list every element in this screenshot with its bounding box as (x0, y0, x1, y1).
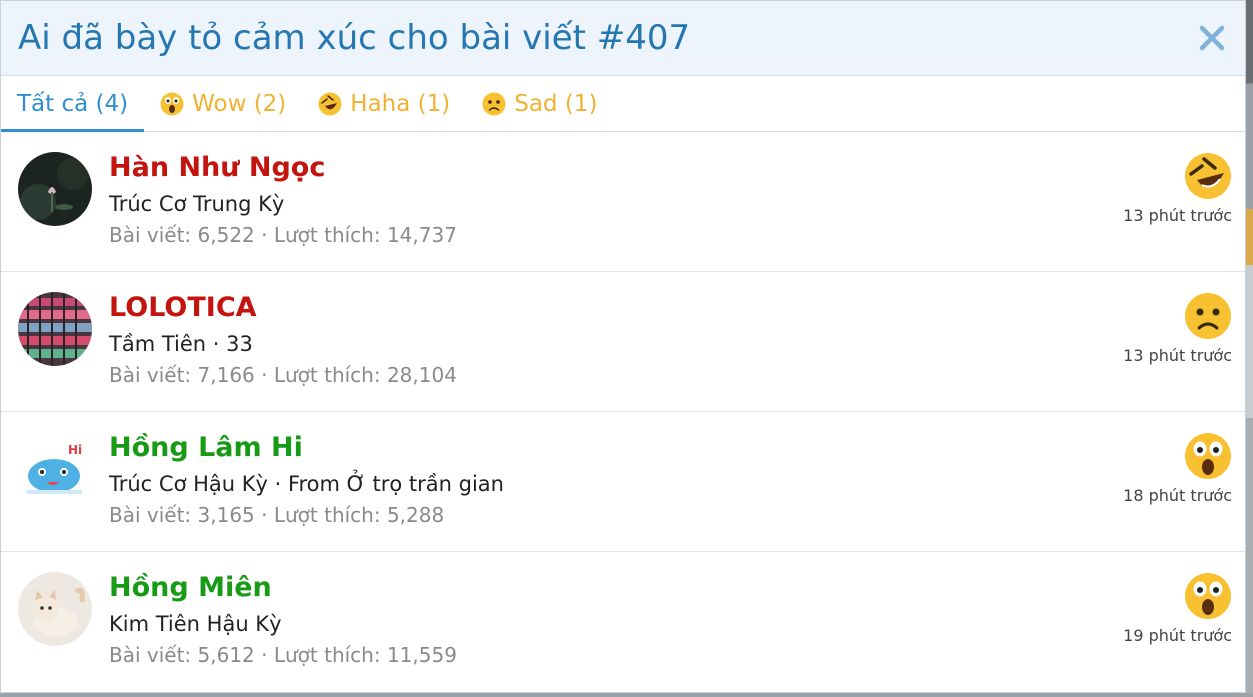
user-name[interactable]: LOLOTICA (109, 290, 457, 326)
list-item: Hàn Như Ngọc Trúc Cơ Trung Kỳ Bài viết: … (1, 132, 1245, 272)
tab-sad-label: Sad (1) (514, 90, 598, 117)
tab-haha[interactable]: Haha (1) (302, 76, 466, 131)
user-info: Hồng Miên Kim Tiên Hậu Kỳ Bài viết: 5,61… (109, 570, 457, 670)
reaction-time: 13 phút trước (1123, 206, 1232, 225)
reaction-tabs: Tất cả (4) Wow (2) Haha (1) Sad (1) (1, 76, 1245, 132)
dark-flower-avatar (18, 152, 92, 226)
kitten-avatar (18, 572, 92, 646)
close-icon (1199, 25, 1225, 51)
reaction-time: 13 phút trước (1123, 346, 1232, 365)
user-title: Kim Tiên Hậu Kỳ (109, 612, 282, 636)
user-info: Hàn Như Ngọc Trúc Cơ Trung Kỳ Bài viết: … (109, 150, 457, 250)
dialog-header: Ai đã bày tỏ cảm xúc cho bài viết #407 (1, 1, 1245, 76)
tab-all[interactable]: Tất cả (4) (1, 76, 145, 132)
avatar[interactable] (18, 152, 92, 226)
user-title: Tầm Tiên · 33 (109, 332, 253, 356)
user-title: Trúc Cơ Trung Kỳ (109, 192, 285, 216)
tab-sad[interactable]: Sad (1) (466, 76, 613, 131)
wow-emoji-icon (160, 92, 184, 115)
close-button[interactable] (1195, 21, 1229, 55)
user-name[interactable]: Hồng Lâm Hi (109, 430, 504, 466)
tab-haha-label: Haha (1) (350, 90, 451, 117)
reaction-time: 18 phút trước (1123, 486, 1232, 505)
haha-emoji-icon (1185, 153, 1231, 199)
user-name[interactable]: Hồng Miên (109, 570, 457, 606)
colorful-avatar (18, 292, 92, 366)
user-info: LOLOTICA Tầm Tiên · 33 Bài viết: 7,166 ·… (109, 290, 457, 390)
tab-all-label: Tất cả (4) (17, 90, 129, 117)
avatar-text: Hi (68, 443, 82, 457)
sad-emoji-icon (1185, 293, 1231, 339)
user-stats: Bài viết: 6,522 · Lượt thích: 14,737 (109, 223, 457, 247)
sad-emoji-icon (482, 92, 506, 115)
list-item: Hi Hồng Lâm Hi Trúc Cơ Hậu Kỳ · From Ở t… (1, 412, 1245, 552)
user-stats: Bài viết: 3,165 · Lượt thích: 5,288 (109, 503, 445, 527)
user-title: Trúc Cơ Hậu Kỳ · From Ở trọ trần gian (109, 472, 504, 496)
background-page-edge (1246, 0, 1253, 697)
background-page-bottom (0, 693, 1253, 697)
reactions-dialog: Ai đã bày tỏ cảm xúc cho bài viết #407 T… (0, 0, 1246, 693)
list-item: LOLOTICA Tầm Tiên · 33 Bài viết: 7,166 ·… (1, 272, 1245, 412)
blue-creature-avatar: Hi (18, 432, 92, 506)
wow-emoji-icon (1185, 573, 1231, 619)
avatar[interactable] (18, 292, 92, 366)
reaction-list: Hàn Như Ngọc Trúc Cơ Trung Kỳ Bài viết: … (1, 132, 1245, 692)
user-stats: Bài viết: 5,612 · Lượt thích: 11,559 (109, 643, 457, 667)
haha-emoji-icon (318, 92, 342, 115)
user-stats: Bài viết: 7,166 · Lượt thích: 28,104 (109, 363, 457, 387)
tab-wow[interactable]: Wow (2) (144, 76, 302, 131)
user-name[interactable]: Hàn Như Ngọc (109, 150, 457, 186)
user-info: Hồng Lâm Hi Trúc Cơ Hậu Kỳ · From Ở trọ … (109, 430, 504, 530)
avatar[interactable]: Hi (18, 432, 92, 506)
list-item: Hồng Miên Kim Tiên Hậu Kỳ Bài viết: 5,61… (1, 552, 1245, 692)
wow-emoji-icon (1185, 433, 1231, 479)
tab-wow-label: Wow (2) (192, 90, 287, 117)
avatar[interactable] (18, 572, 92, 646)
dialog-title: Ai đã bày tỏ cảm xúc cho bài viết #407 (18, 18, 691, 58)
reaction-time: 19 phút trước (1123, 626, 1232, 645)
